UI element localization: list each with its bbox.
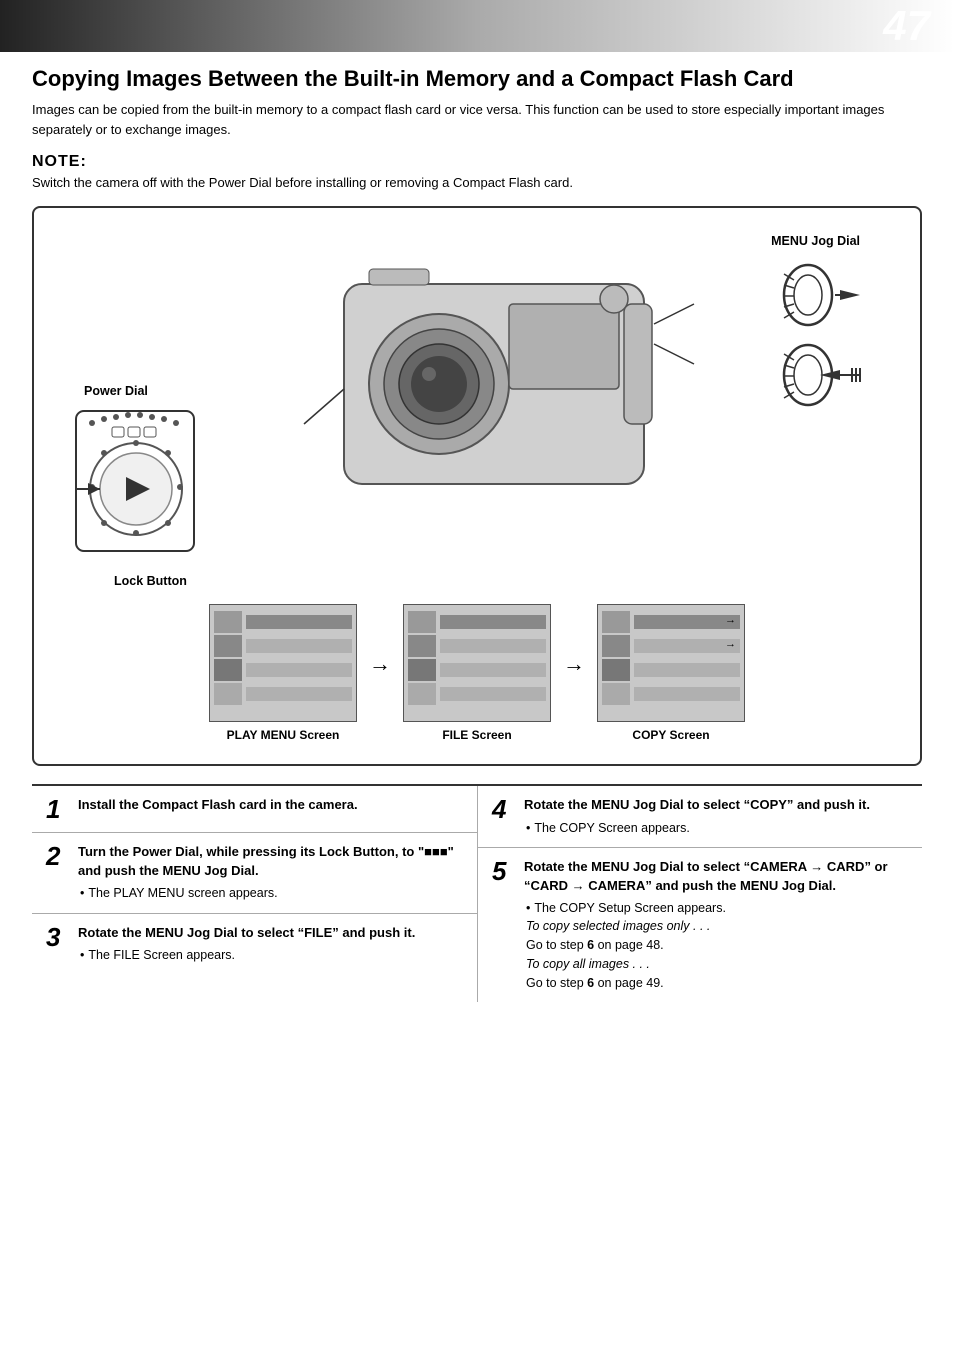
arrow-2-icon: →	[563, 651, 585, 677]
note-text: Switch the camera off with the Power Dia…	[32, 175, 922, 190]
steps-right-col: 4 Rotate the MENU Jog Dial to select “CO…	[477, 786, 922, 1002]
step-5-bullet-1: •The COPY Setup Screen appears.	[526, 899, 908, 918]
jog-dial-top-icon	[780, 260, 870, 330]
step-3-number: 3	[46, 924, 68, 950]
play-menu-screen-img	[209, 604, 357, 722]
arrow-1-icon: →	[369, 651, 391, 677]
step-4-bullet-1: •The COPY Screen appears.	[526, 819, 908, 838]
copy-arrow-1-icon: →	[725, 614, 736, 626]
note-label: NOTE:	[32, 153, 922, 171]
step-5-main: Rotate the MENU Jog Dial to select “CAME…	[524, 858, 908, 894]
steps-section: 1 Install the Compact Flash card in the …	[32, 784, 922, 1002]
step-5-bullet-2: To copy selected images only . . .	[526, 917, 908, 936]
page-header: 47	[0, 0, 954, 52]
step-1-content: Install the Compact Flash card in the ca…	[78, 796, 463, 818]
step-2-main: Turn the Power Dial, while pressing its …	[78, 843, 463, 879]
file-screen-box: FILE Screen	[403, 604, 551, 742]
copy-screen-label: COPY Screen	[632, 728, 709, 742]
step-5: 5 Rotate the MENU Jog Dial to select “CA…	[478, 848, 922, 1002]
screens-row: PLAY MENU Screen →	[54, 604, 900, 742]
step-2-bullet-1: •The PLAY MENU screen appears.	[80, 884, 463, 903]
page-title: Copying Images Between the Built-in Memo…	[32, 66, 922, 92]
step-2-number: 2	[46, 843, 68, 869]
step-3-content: Rotate the MENU Jog Dial to select “FILE…	[78, 924, 463, 965]
camera-area: MENU Jog Dial	[54, 224, 900, 594]
step-3: 3 Rotate the MENU Jog Dial to select “FI…	[32, 914, 477, 975]
camera-body-icon	[284, 224, 704, 544]
step-1-number: 1	[46, 796, 68, 822]
step-4-content: Rotate the MENU Jog Dial to select “COPY…	[524, 796, 908, 837]
step-3-main: Rotate the MENU Jog Dial to select “FILE…	[78, 924, 463, 942]
jog-dials	[780, 260, 870, 410]
page-number: 47	[883, 5, 930, 47]
step-4-main: Rotate the MENU Jog Dial to select “COPY…	[524, 796, 908, 814]
file-screen-label: FILE Screen	[442, 728, 511, 742]
steps-left-col: 1 Install the Compact Flash card in the …	[32, 786, 477, 1002]
jog-dial-bottom-icon	[780, 340, 870, 410]
copy-screen-img: → →	[597, 604, 745, 722]
power-dial-label: Power Dial	[84, 384, 148, 398]
menu-jog-label: MENU Jog Dial	[771, 234, 860, 248]
step-5-content: Rotate the MENU Jog Dial to select “CAME…	[524, 858, 908, 992]
step-5-bullet-3: Go to step 6 on page 48.	[526, 936, 908, 955]
step-4: 4 Rotate the MENU Jog Dial to select “CO…	[478, 786, 922, 848]
copy-screen-box: → →	[597, 604, 745, 742]
step-5-bullet-5: Go to step 6 on page 49.	[526, 974, 908, 993]
step-5-number: 5	[492, 858, 514, 884]
step-5-bullet-4: To copy all images . . .	[526, 955, 908, 974]
play-menu-label: PLAY MENU Screen	[227, 728, 340, 742]
step-1: 1 Install the Compact Flash card in the …	[32, 786, 477, 833]
step-1-main: Install the Compact Flash card in the ca…	[78, 796, 463, 814]
file-screen-img	[403, 604, 551, 722]
step-2: 2 Turn the Power Dial, while pressing it…	[32, 833, 477, 913]
step-4-number: 4	[492, 796, 514, 822]
intro-text: Images can be copied from the built-in m…	[32, 100, 922, 139]
step-3-bullet-1: •The FILE Screen appears.	[80, 946, 463, 965]
step-2-content: Turn the Power Dial, while pressing its …	[78, 843, 463, 902]
diagram-box: MENU Jog Dial	[32, 206, 922, 766]
lock-button-label: Lock Button	[114, 574, 187, 588]
power-dial-icon	[74, 409, 204, 539]
play-menu-screen-box: PLAY MENU Screen	[209, 604, 357, 742]
copy-arrow-2-icon: →	[725, 638, 736, 650]
